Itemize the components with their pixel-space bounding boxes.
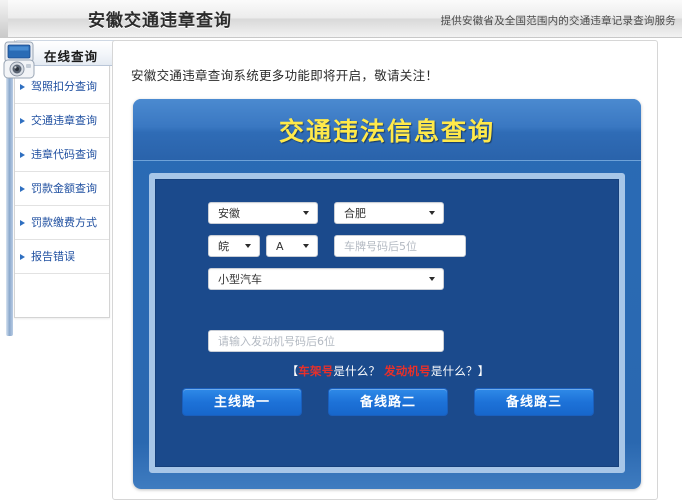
plate-letter-value: A: [276, 240, 284, 253]
engine-number-input[interactable]: [208, 330, 444, 352]
province-select[interactable]: 安徽: [208, 202, 318, 224]
arrow-right-icon: [20, 254, 25, 260]
arrow-right-icon: [20, 118, 25, 124]
announcement-text: 安徽交通违章查询系统更多功能即将开启，敬请关注！: [131, 65, 438, 84]
city-select[interactable]: 合肥: [334, 202, 444, 224]
hint-open-bracket: 【: [287, 364, 299, 378]
chevron-down-icon: [245, 244, 251, 248]
hint-text-2: 是什么？: [431, 364, 478, 378]
sidebar-tab-label: 在线查询: [44, 46, 98, 65]
sidebar-item-label: 交通违章查询: [31, 114, 97, 127]
query-line-1-button[interactable]: 主线路一: [182, 388, 302, 416]
plate-prefix-value: 皖: [218, 240, 229, 253]
sidebar-item-label: 报告错误: [31, 250, 75, 263]
header-subtitle: 提供安徽省及全国范围内的交通违章记录查询服务: [441, 13, 676, 28]
vehicle-type-select[interactable]: 小型汽车: [208, 268, 444, 290]
engine-help-link[interactable]: 发动机号: [384, 364, 431, 378]
sidebar-item-label: 罚款缴费方式: [31, 216, 97, 229]
city-select-value: 合肥: [344, 207, 366, 220]
chevron-down-icon: [429, 211, 435, 215]
arrow-right-icon: [20, 152, 25, 158]
sidebar-item-traffic-violation[interactable]: 交通违章查询: [15, 104, 109, 138]
page-root: 安徽交通违章查询 提供安徽省及全国范围内的交通违章记录查询服务 在线查询 驾照扣…: [0, 0, 682, 500]
province-select-value: 安徽: [218, 207, 240, 220]
query-panel: 交通违法信息查询 安徽 合肥: [133, 99, 641, 489]
main-content: 安徽交通违章查询系统更多功能即将开启，敬请关注！ 交通违法信息查询 安徽 合肥: [112, 40, 658, 500]
chevron-down-icon: [303, 244, 309, 248]
vehicle-type-value: 小型汽车: [218, 273, 262, 286]
chevron-down-icon: [303, 211, 309, 215]
plate-letter-select[interactable]: A: [266, 235, 318, 257]
chevron-down-icon: [429, 277, 435, 281]
sidebar-item-violation-code[interactable]: 违章代码查询: [15, 138, 109, 172]
page-title: 安徽交通违章查询: [88, 6, 232, 31]
hint-text-1: 是什么？: [333, 364, 380, 378]
query-line-2-button[interactable]: 备线路二: [328, 388, 448, 416]
sidebar-item-fine-amount[interactable]: 罚款金额查询: [15, 172, 109, 206]
sidebar-item-label: 罚款金额查询: [31, 182, 97, 195]
sidebar-nav: 驾照扣分查询 交通违章查询 违章代码查询 罚款金额查询 罚款缴费方式 报告错误: [15, 70, 109, 274]
vin-help-link[interactable]: 车架号: [298, 364, 333, 378]
sidebar-item-label: 驾照扣分查询: [31, 80, 97, 93]
plate-number-input[interactable]: [334, 235, 466, 257]
submit-button-row: 主线路一 备线路二 备线路三: [156, 388, 620, 416]
query-form-inner: 安徽 合肥 皖: [155, 179, 619, 467]
query-form-frame: 安徽 合肥 皖: [149, 173, 625, 473]
site-header: 安徽交通违章查询 提供安徽省及全国范围内的交通违章记录查询服务: [0, 0, 682, 38]
sidebar-item-report-error[interactable]: 报告错误: [15, 240, 109, 274]
query-panel-header: 交通违法信息查询: [133, 99, 641, 161]
sidebar-item-payment-method[interactable]: 罚款缴费方式: [15, 206, 109, 240]
sidebar-accent-strip: [6, 66, 13, 336]
query-line-3-button[interactable]: 备线路三: [474, 388, 594, 416]
sidebar-item-label: 违章代码查询: [31, 148, 97, 161]
arrow-right-icon: [20, 186, 25, 192]
hint-close-bracket: 】: [478, 364, 490, 378]
sidebar-item-license-points[interactable]: 驾照扣分查询: [15, 70, 109, 104]
query-panel-title: 交通违法信息查询: [133, 112, 641, 148]
help-hint: 【车架号是什么？ 发动机号是什么？】: [156, 363, 620, 379]
arrow-right-icon: [20, 220, 25, 226]
arrow-right-icon: [20, 84, 25, 90]
plate-prefix-select[interactable]: 皖: [208, 235, 260, 257]
